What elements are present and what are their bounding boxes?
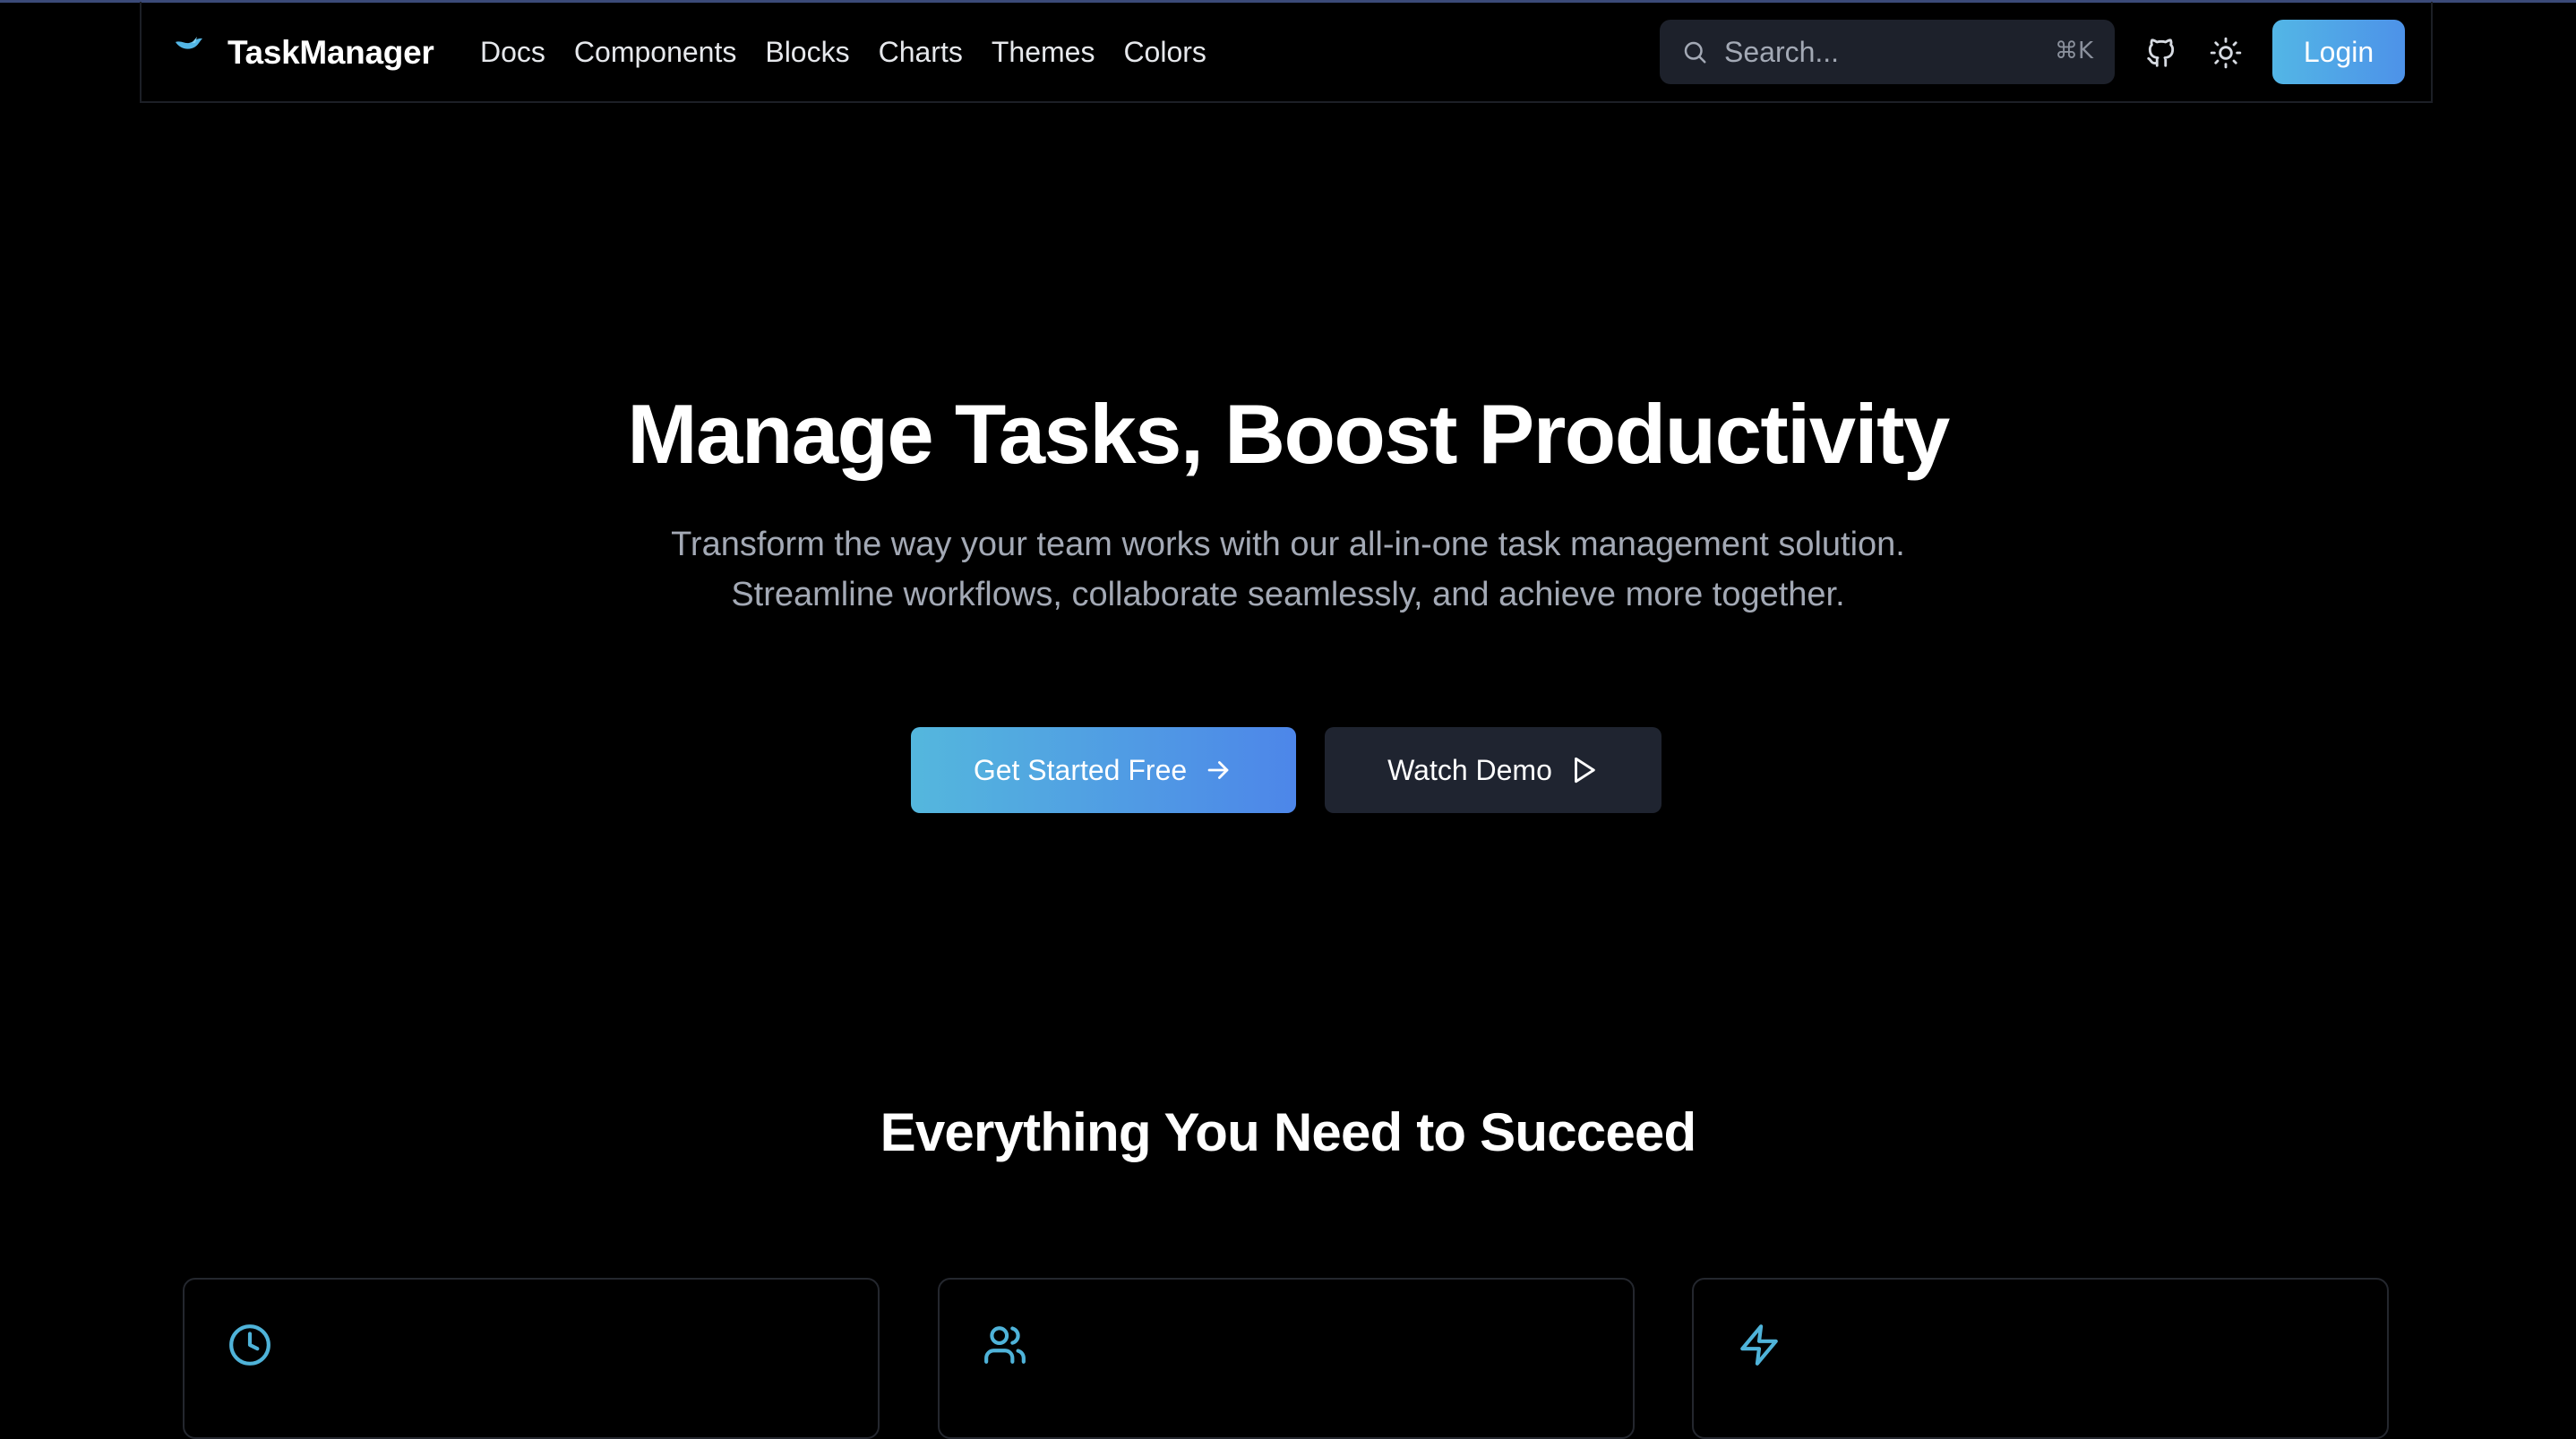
hero-title: Manage Tasks, Boost Productivity [627, 387, 1950, 481]
watch-demo-button[interactable]: Watch Demo [1325, 727, 1662, 813]
github-button[interactable] [2142, 34, 2180, 72]
theme-toggle-button[interactable] [2207, 34, 2245, 72]
features-title: Everything You Need to Succeed [880, 1102, 1697, 1162]
brand[interactable]: TaskManager [174, 2, 434, 103]
bird-logo-icon [176, 36, 202, 49]
login-button[interactable]: Login [2272, 20, 2405, 84]
sun-icon [2210, 37, 2242, 69]
search-box[interactable]: ⌘K [1660, 20, 2115, 84]
nav-item-components[interactable]: Components [574, 36, 736, 69]
nav-item-docs[interactable]: Docs [480, 36, 545, 69]
brand-name: TaskManager [228, 33, 434, 71]
search-input[interactable] [1722, 34, 2045, 70]
feature-card-speed [1692, 1278, 2389, 1439]
site-header: TaskManager Docs Components Blocks Chart… [140, 2, 2433, 103]
lightning-icon [1740, 1324, 1778, 1366]
nav-item-charts[interactable]: Charts [879, 36, 963, 69]
nav-item-colors[interactable]: Colors [1123, 36, 1206, 69]
watch-demo-label: Watch Demo [1387, 753, 1552, 786]
hero-subtitle: Transform the way your team works with o… [671, 526, 1905, 613]
search-icon [1684, 41, 1706, 64]
get-started-button[interactable]: Get Started Free [911, 727, 1296, 813]
get-started-label: Get Started Free [973, 753, 1188, 786]
arrow-right-icon [1207, 761, 1229, 779]
feature-card-team [938, 1278, 1635, 1439]
main-nav: Docs Components Blocks Charts Themes Col… [480, 2, 1235, 103]
feature-card-time [183, 1278, 880, 1439]
users-icon [984, 1326, 1026, 1364]
clock-icon [229, 1324, 270, 1366]
github-icon [2147, 39, 2175, 67]
play-icon [1574, 757, 1595, 784]
nav-item-blocks[interactable]: Blocks [765, 36, 849, 69]
nav-item-themes[interactable]: Themes [992, 36, 1095, 69]
search-shortcut: ⌘K [2054, 38, 2093, 64]
